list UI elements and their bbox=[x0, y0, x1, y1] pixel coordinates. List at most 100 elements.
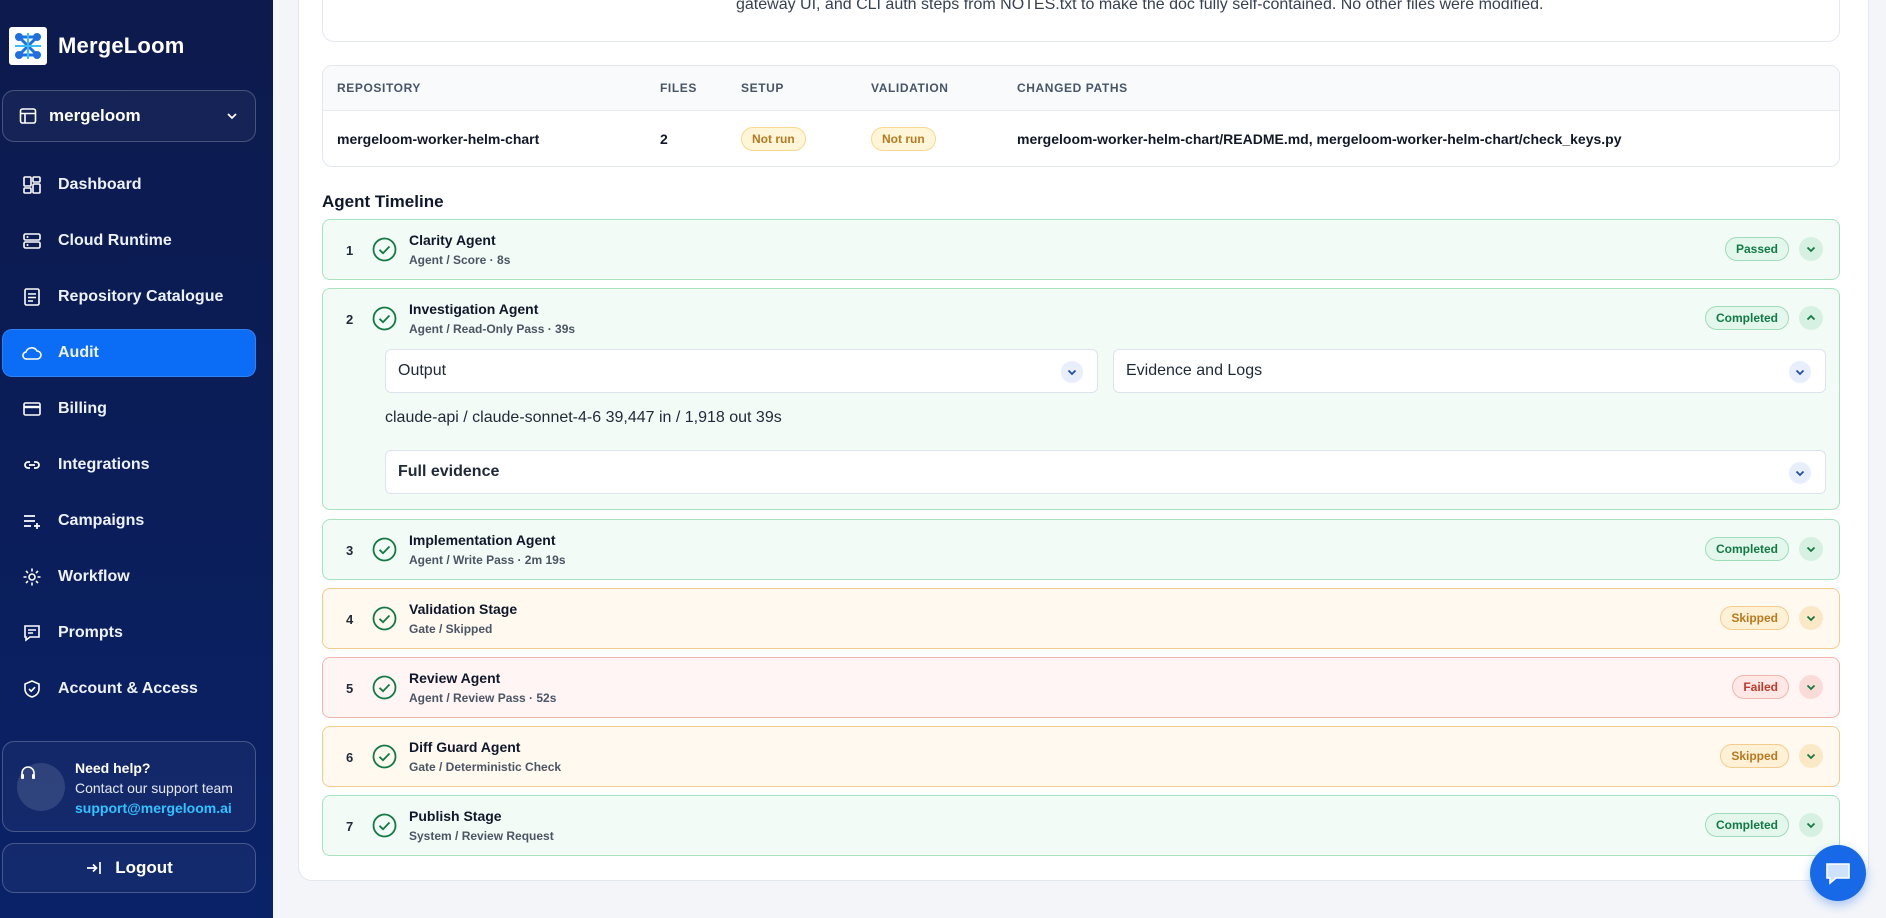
sidebar-item-dashboard[interactable]: Dashboard bbox=[2, 161, 256, 209]
logout-button[interactable]: Logout bbox=[2, 843, 256, 893]
agent-timeline-title: Agent Timeline bbox=[322, 192, 444, 211]
column-header-repository: REPOSITORY bbox=[337, 81, 422, 95]
stage-subtitle: System / Review Request bbox=[409, 829, 554, 843]
status-badge: Passed bbox=[1724, 237, 1789, 261]
sidebar-item-cloud-runtime[interactable]: Cloud Runtime bbox=[2, 217, 256, 265]
support-chat-button[interactable] bbox=[1810, 845, 1866, 901]
status-badge: Completed bbox=[1704, 306, 1789, 330]
expand-toggle[interactable] bbox=[1799, 675, 1823, 699]
stage-title: Clarity Agent bbox=[409, 232, 496, 248]
sidebar-item-integrations[interactable]: Integrations bbox=[2, 441, 256, 489]
timeline-stage-clarity[interactable]: 1 Clarity Agent Agent / Score · 8s Passe… bbox=[322, 219, 1840, 280]
support-email-link[interactable]: support@mergeloom.ai bbox=[75, 800, 232, 816]
full-evidence-label: Full evidence bbox=[398, 463, 500, 480]
brand-name: MergeLoom bbox=[58, 33, 185, 58]
stage-number: 4 bbox=[346, 612, 354, 627]
timeline-stage-investigation[interactable]: 2 Investigation Agent Agent / Read-Only … bbox=[322, 288, 1840, 510]
expand-toggle[interactable] bbox=[1799, 813, 1823, 837]
check-circle-icon bbox=[372, 813, 397, 838]
status-badge: Skipped bbox=[1720, 606, 1789, 630]
sidebar-item-campaigns[interactable]: Campaigns bbox=[2, 497, 256, 545]
full-evidence-dropdown[interactable]: Full evidence bbox=[385, 450, 1826, 494]
check-circle-icon bbox=[372, 675, 397, 700]
workspace-name: mergeloom bbox=[49, 106, 141, 125]
status-badge: Failed bbox=[1732, 675, 1789, 699]
timeline-stage-review[interactable]: 5 Review Agent Agent / Review Pass · 52s… bbox=[322, 657, 1840, 718]
check-circle-icon bbox=[372, 237, 397, 262]
cloud-icon bbox=[21, 342, 43, 364]
expand-toggle[interactable] bbox=[1799, 744, 1823, 768]
sidebar-item-label: Repository Catalogue bbox=[58, 288, 224, 305]
logout-icon bbox=[87, 862, 102, 874]
column-header-validation: VALIDATION bbox=[871, 81, 949, 95]
timeline-stage-publish[interactable]: 7 Publish Stage System / Review Request … bbox=[322, 795, 1840, 856]
chevron-down-icon bbox=[227, 113, 237, 120]
sidebar-item-prompts[interactable]: Prompts bbox=[2, 609, 256, 657]
stage-title: Investigation Agent bbox=[409, 301, 539, 317]
stage-number: 5 bbox=[346, 681, 354, 696]
column-header-changed-paths: CHANGED PATHS bbox=[1017, 81, 1128, 95]
sidebar-item-label: Integrations bbox=[58, 456, 150, 473]
output-dropdown-label: Output bbox=[398, 362, 447, 379]
check-circle-icon bbox=[372, 744, 397, 769]
check-circle-icon bbox=[372, 537, 397, 562]
stage-subtitle: Agent / Write Pass · 2m 19s bbox=[409, 553, 566, 567]
model-usage-meta: claude-api / claude-sonnet-4-6 39,447 in… bbox=[385, 409, 782, 426]
stage-subtitle: Gate / Skipped bbox=[409, 622, 493, 636]
timeline-stage-implementation[interactable]: 3 Implementation Agent Agent / Write Pas… bbox=[322, 519, 1840, 580]
sidebar-item-repository-catalogue[interactable]: Repository Catalogue bbox=[2, 273, 256, 321]
sidebar-item-label: Campaigns bbox=[58, 512, 145, 529]
chat-bubble-icon bbox=[1826, 863, 1850, 885]
stage-title: Implementation Agent bbox=[409, 532, 556, 548]
chevron-down-icon bbox=[1806, 753, 1816, 760]
sidebar-item-label: Workflow bbox=[58, 568, 130, 585]
check-circle-icon bbox=[372, 606, 397, 631]
dashboard-icon bbox=[21, 174, 43, 196]
help-title: Need help? bbox=[75, 760, 151, 776]
headset-icon bbox=[21, 766, 35, 779]
sidebar-item-label: Cloud Runtime bbox=[58, 232, 172, 249]
status-badge: Skipped bbox=[1720, 744, 1789, 768]
stage-title: Review Agent bbox=[409, 670, 501, 686]
help-subtitle: Contact our support team bbox=[75, 780, 233, 796]
evidence-logs-dropdown[interactable]: Evidence and Logs bbox=[1113, 349, 1826, 393]
stage-subtitle: Gate / Deterministic Check bbox=[409, 760, 562, 774]
output-dropdown[interactable]: Output bbox=[385, 349, 1098, 393]
table-header: REPOSITORY FILES SETUP VALIDATION CHANGE… bbox=[323, 66, 1839, 111]
list-plus-icon bbox=[21, 510, 43, 532]
stage-subtitle: Agent / Read-Only Pass · 39s bbox=[409, 322, 576, 336]
sidebar-item-label: Prompts bbox=[58, 624, 123, 641]
link-icon bbox=[21, 454, 43, 476]
stage-title: Publish Stage bbox=[409, 808, 502, 824]
timeline-stage-diff-guard[interactable]: 6 Diff Guard Agent Gate / Deterministic … bbox=[322, 726, 1840, 787]
chevron-down-icon bbox=[1806, 615, 1816, 622]
timeline-stage-validation[interactable]: 4 Validation Stage Gate / Skipped Skippe… bbox=[322, 588, 1840, 649]
files-count: 2 bbox=[660, 131, 668, 147]
sidebar-item-billing[interactable]: Billing bbox=[2, 385, 256, 433]
setup-status-badge: Not run bbox=[741, 127, 806, 151]
stage-number: 6 bbox=[346, 750, 354, 765]
repository-name: mergeloom-worker-helm-chart bbox=[337, 131, 540, 147]
expand-toggle[interactable] bbox=[1799, 537, 1823, 561]
credit-card-icon bbox=[21, 398, 43, 420]
workspace-selector[interactable]: mergeloom bbox=[2, 90, 256, 142]
validation-status-badge: Not run bbox=[871, 127, 936, 151]
column-header-files: FILES bbox=[660, 81, 698, 95]
stage-number: 7 bbox=[346, 819, 354, 834]
stage-number: 3 bbox=[346, 543, 354, 558]
table-row[interactable]: mergeloom-worker-helm-chart 2 Not run No… bbox=[323, 111, 1839, 166]
check-circle-icon bbox=[372, 306, 397, 331]
sidebar-nav: Dashboard Cloud Runtime Repository Catal… bbox=[2, 161, 256, 721]
sidebar-item-account-access[interactable]: Account & Access bbox=[2, 665, 256, 713]
sidebar-item-label: Dashboard bbox=[58, 176, 142, 193]
chevron-down-icon bbox=[1061, 361, 1083, 383]
sidebar-item-label: Audit bbox=[58, 344, 99, 361]
expand-toggle[interactable] bbox=[1799, 606, 1823, 630]
brand[interactable]: MergeLoom bbox=[9, 27, 184, 65]
sidebar-item-workflow[interactable]: Workflow bbox=[2, 553, 256, 601]
collapse-toggle[interactable] bbox=[1799, 306, 1823, 330]
repository-table: REPOSITORY FILES SETUP VALIDATION CHANGE… bbox=[322, 65, 1840, 167]
sidebar-item-audit[interactable]: Audit bbox=[2, 329, 256, 377]
stage-subtitle: Agent / Review Pass · 52s bbox=[409, 691, 557, 705]
expand-toggle[interactable] bbox=[1799, 237, 1823, 261]
